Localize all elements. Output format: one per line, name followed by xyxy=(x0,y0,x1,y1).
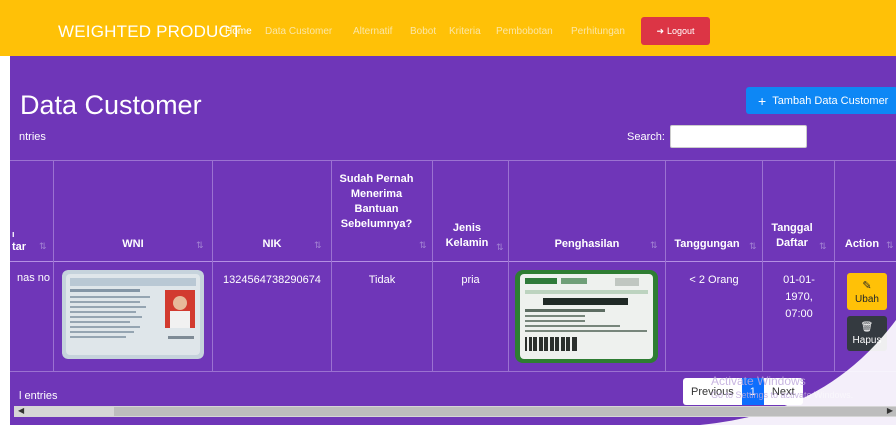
activate-windows-watermark: Activate Windows Go to Settings to activ… xyxy=(711,375,853,402)
scroll-left-icon[interactable]: ◀ xyxy=(18,406,24,415)
cell-bantuan: Tidak xyxy=(368,274,396,286)
nav-perhitungan[interactable]: Perhitungan xyxy=(571,26,625,37)
brand-title[interactable]: WEIGHTED PRODUCT xyxy=(58,22,242,42)
col-divider xyxy=(432,160,433,372)
watermark-line-1: Activate Windows xyxy=(711,374,806,388)
scrollbar-thumb[interactable] xyxy=(114,407,896,416)
sort-icon: ⇅ xyxy=(819,241,827,251)
nav-pembobotan[interactable]: Pembobotan xyxy=(496,26,553,37)
nav-alternatif[interactable]: Alternatif xyxy=(353,26,392,37)
table-bottom-border xyxy=(10,371,896,372)
horizontal-scrollbar[interactable]: ◀ ▶ xyxy=(14,406,896,417)
navbar: WEIGHTED PRODUCT Home Data Customer Alte… xyxy=(0,0,896,56)
logout-label: Logout xyxy=(667,26,695,36)
col-divider xyxy=(762,160,763,372)
col-divider xyxy=(331,160,332,372)
header-bantuan[interactable]: Sudah Pernah Menerima Bantuan Sebelumnya… xyxy=(334,172,419,232)
header-tanggungan[interactable]: Tanggungan xyxy=(666,237,748,252)
trash-icon: 🗑 xyxy=(860,321,874,333)
delete-button[interactable]: 🗑 Hapus xyxy=(847,316,887,351)
entries-length-label: ntries xyxy=(19,131,46,143)
header-wni[interactable]: WNI xyxy=(54,237,212,252)
col-divider xyxy=(212,160,213,372)
sort-icon: ⇅ xyxy=(39,241,47,251)
cell-name-cut: nas no xyxy=(17,272,51,284)
sign-out-icon: ➜ xyxy=(656,25,664,36)
sort-icon: ⇅ xyxy=(650,240,658,250)
sort-icon: ⇅ xyxy=(496,242,504,252)
edit-label: Ubah xyxy=(855,293,879,305)
sort-icon: ⇅ xyxy=(314,240,322,250)
edit-button[interactable]: ✎ Ubah xyxy=(847,273,887,310)
cell-nik: 1324564738290674 xyxy=(223,274,321,286)
entries-info: l entries xyxy=(19,390,58,402)
cell-tanggal-daftar: 01-01-1970, 07:00 xyxy=(783,274,815,320)
nav-home[interactable]: Home xyxy=(225,26,252,37)
sort-icon: ⇅ xyxy=(749,241,757,251)
ktp-image xyxy=(62,270,204,359)
header-tanggal-daftar[interactable]: Tanggal Daftar xyxy=(766,221,818,251)
col-divider xyxy=(834,160,835,372)
search-label: Search: xyxy=(627,131,665,143)
edit-icon: ✎ xyxy=(862,279,872,292)
sort-icon: ⇅ xyxy=(886,240,894,250)
nav-kriteria[interactable]: Kriteria xyxy=(449,26,481,37)
col-divider xyxy=(508,160,509,372)
nav-bobot[interactable]: Bobot xyxy=(410,26,436,37)
search-input[interactable] xyxy=(670,125,807,148)
table-header-border xyxy=(10,261,896,262)
col-divider xyxy=(665,160,666,372)
plus-icon: + xyxy=(758,92,767,109)
add-customer-label: Tambah Data Customer xyxy=(772,94,889,107)
watermark-line-2: Go to Settings to activate Windows. xyxy=(711,390,854,400)
scroll-right-icon[interactable]: ▶ xyxy=(887,406,893,415)
page-title: Data Customer xyxy=(20,90,202,120)
bpjs-card-image xyxy=(515,270,658,363)
add-customer-button[interactable]: + Tambah Data Customer xyxy=(746,87,896,114)
cell-jenis-kelamin: pria xyxy=(461,274,480,286)
col-divider xyxy=(53,160,54,372)
sort-icon: ⇅ xyxy=(196,240,204,250)
header-jenis-kelamin[interactable]: Jenis Kelamin xyxy=(436,221,498,251)
sort-icon: ⇅ xyxy=(419,240,427,250)
header-penghasilan[interactable]: Penghasilan xyxy=(509,237,665,252)
cell-tanggungan: < 2 Orang xyxy=(689,274,739,286)
insurance-card-image xyxy=(515,270,658,363)
header-action[interactable]: Action xyxy=(838,237,886,252)
id-card-image xyxy=(62,270,204,359)
nav-data-customer[interactable]: Data Customer xyxy=(265,26,332,37)
delete-label: Hapus xyxy=(852,334,882,346)
logout-button[interactable]: ➜ Logout xyxy=(641,17,710,45)
table-top-border xyxy=(10,160,896,161)
